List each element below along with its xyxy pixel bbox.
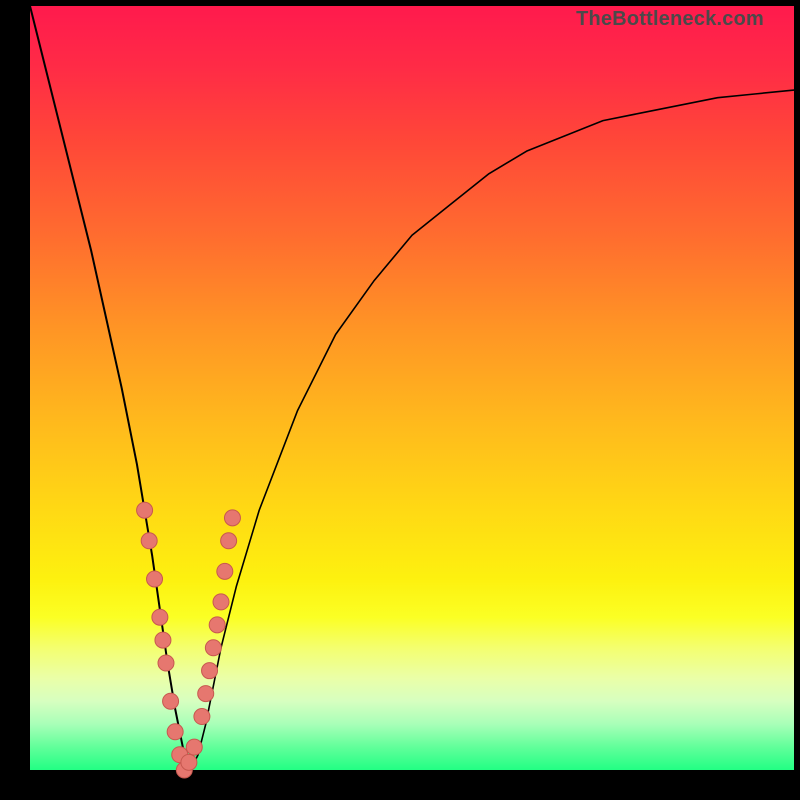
data-marker bbox=[141, 533, 157, 549]
chart-svg bbox=[30, 6, 794, 770]
marker-group bbox=[137, 502, 241, 778]
data-marker bbox=[217, 563, 233, 579]
data-marker bbox=[202, 663, 218, 679]
data-marker bbox=[152, 609, 168, 625]
data-marker bbox=[205, 640, 221, 656]
plot-area bbox=[30, 6, 794, 770]
data-marker bbox=[167, 724, 183, 740]
data-marker bbox=[221, 533, 237, 549]
data-marker bbox=[194, 709, 210, 725]
data-marker bbox=[158, 655, 174, 671]
data-marker bbox=[155, 632, 171, 648]
data-marker bbox=[137, 502, 153, 518]
chart-frame: TheBottleneck.com bbox=[0, 0, 800, 800]
data-marker bbox=[181, 754, 197, 770]
data-marker bbox=[224, 510, 240, 526]
data-marker bbox=[213, 594, 229, 610]
data-marker bbox=[163, 693, 179, 709]
data-marker bbox=[209, 617, 225, 633]
data-marker bbox=[198, 686, 214, 702]
curve-right-branch bbox=[190, 90, 794, 770]
data-marker bbox=[186, 739, 202, 755]
data-marker bbox=[147, 571, 163, 587]
